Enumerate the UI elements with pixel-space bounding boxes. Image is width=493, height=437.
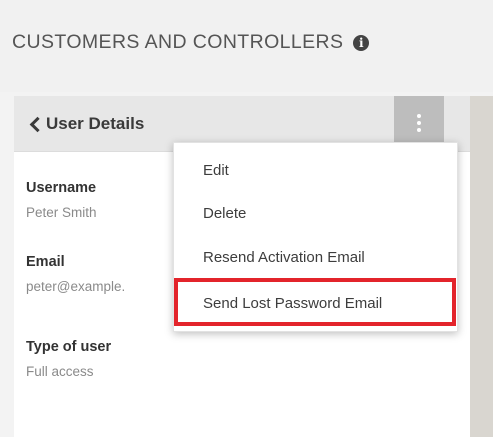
kebab-icon [417,114,421,134]
email-value: peter@example. [26,279,126,294]
user-type-label: Type of user [26,339,112,355]
menu-item-edit[interactable]: Edit [174,150,459,192]
back-button[interactable]: User Details [28,114,144,134]
menu-item-delete[interactable]: Delete [174,193,459,235]
back-label: User Details [46,114,145,133]
background-strip [470,96,493,437]
options-dropdown-menu: Edit Delete Resend Activation Email Send… [173,142,458,332]
user-type-value: Full access [26,364,94,379]
info-icon[interactable]: i [353,34,370,51]
username-value: Peter Smith [26,205,97,220]
menu-item-resend-activation-email[interactable]: Resend Activation Email [174,237,459,279]
chevron-left-icon [28,115,42,133]
email-label: Email [26,254,65,270]
page-title: CUSTOMERS AND CONTROLLERS i [12,31,370,54]
username-label: Username [26,180,97,196]
page-title-text: CUSTOMERS AND CONTROLLERS [12,31,344,53]
menu-item-send-lost-password-email[interactable]: Send Lost Password Email [174,283,459,325]
